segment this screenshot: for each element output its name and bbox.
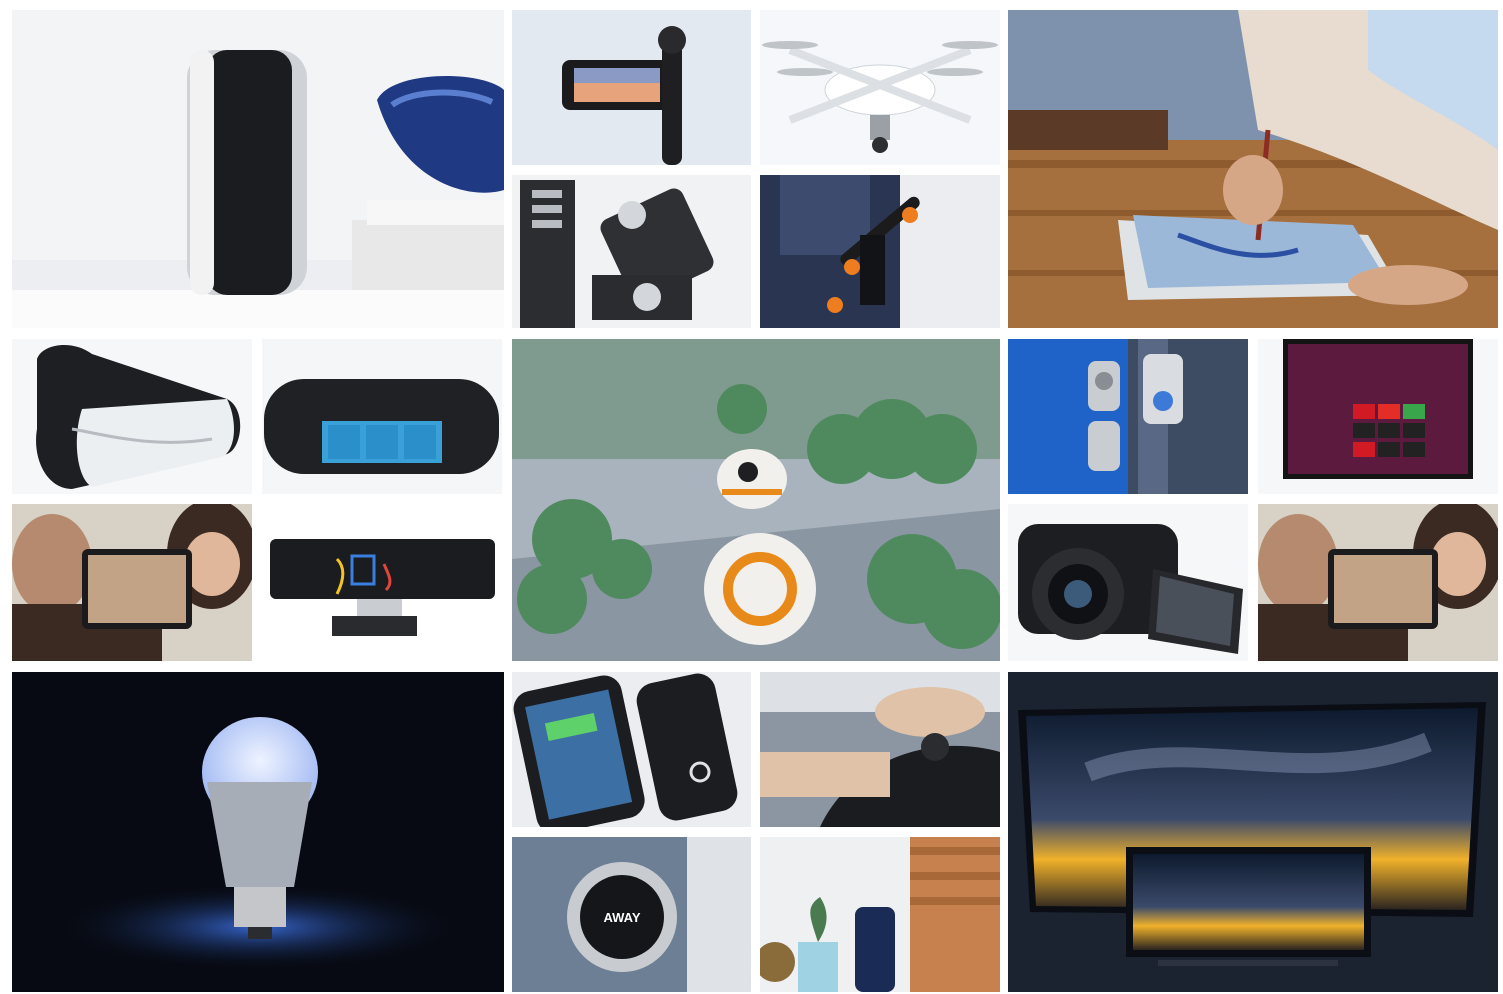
dslr-camera-photo [1008,504,1248,661]
electric-skateboard-photo [760,175,1000,328]
car-steering-photo [760,672,1000,827]
drone-photo [760,10,1000,165]
security-camera-photo [12,10,504,328]
video-chat-repeat-photo [1258,504,1498,661]
fitness-band-photo [262,339,502,494]
drawing-tablet-photo [1008,10,1498,328]
vr-headset-photo [12,339,252,494]
smart-tv-photo [1258,339,1498,494]
smart-bulb-photo [12,672,504,992]
curved-tv-photo [1008,672,1498,992]
video-doorbell-photo [1008,339,1248,494]
thermostat-photo: AWAY [512,837,751,992]
video-chat-photo [12,504,252,661]
gimbal-camera-photo [512,10,751,165]
thermostat-away-text: AWAY [603,910,640,925]
bb8-droid-photo [512,339,1000,661]
usb-charger-photo [512,175,751,328]
product-collage: AWAY [0,0,1503,994]
kinect-sensor-photo [262,504,502,661]
wifi-router-photo [760,837,1000,992]
power-bank-photo [512,672,751,827]
